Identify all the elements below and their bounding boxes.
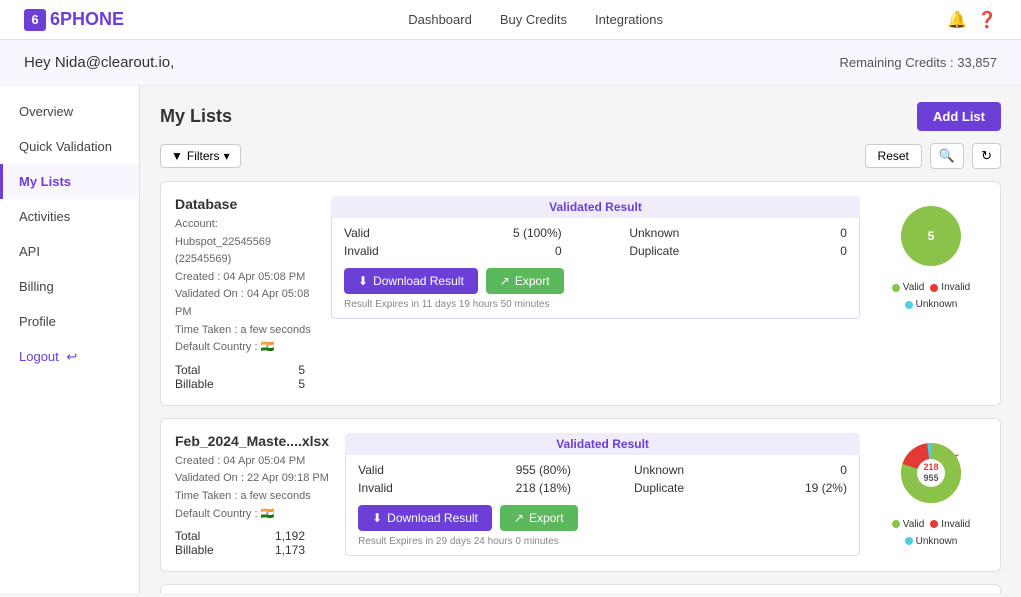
list-card-database: Database Account: Hubspot_22545569 (2254…	[160, 181, 1001, 406]
validated-section-database: Validated Result Valid 5 (100%) Unknown …	[331, 196, 860, 319]
valid-row-0: Valid 5 (100%) Unknown 0	[344, 226, 847, 240]
sidebar-item-quick-validation[interactable]: Quick Validation	[0, 129, 139, 164]
list-card-june2024: June 2024 Mast....xlsx Created : 04 Apr …	[160, 584, 1001, 593]
card-name-feb2024: Feb_2024_Maste....xlsx	[175, 433, 329, 449]
logout-icon: ↩	[66, 349, 77, 364]
export-icon-1: ↗	[514, 511, 524, 525]
nav-buy-credits[interactable]: Buy Credits	[500, 12, 567, 27]
help-icon[interactable]: ❓	[977, 10, 997, 30]
toolbar: ▼ Filters ▾ Reset 🔍 ↻	[160, 143, 1001, 169]
export-button-1[interactable]: ↗ Export	[500, 505, 578, 531]
refresh-button[interactable]: ↻	[972, 143, 1001, 169]
main-layout: Overview Quick Validation My Lists Activ…	[0, 86, 1021, 593]
bell-icon[interactable]: 🔔	[947, 10, 967, 30]
filter-icon: ▼	[171, 149, 183, 163]
chart-area-database: 5 Valid Invalid Unknown	[876, 196, 986, 310]
flag-1: 🇮🇳	[261, 508, 275, 520]
nav-dashboard[interactable]: Dashboard	[408, 12, 472, 27]
remaining-credits: Remaining Credits : 33,857	[839, 55, 997, 70]
reset-button[interactable]: Reset	[865, 144, 922, 168]
pie-legend-1: Valid Invalid Unknown	[876, 519, 986, 547]
card-totals-database: Total5 Billable5	[175, 363, 315, 391]
card-meta-feb2024: Created : 04 Apr 05:04 PM Validated On :…	[175, 453, 329, 523]
download-icon-0: ⬇	[358, 274, 368, 288]
sidebar-item-my-lists[interactable]: My Lists	[0, 164, 139, 199]
logo-icon: 6	[24, 9, 46, 31]
invalid-row-1: Invalid 218 (18%) Duplicate 19 (2%)	[358, 481, 847, 495]
filter-button[interactable]: ▼ Filters ▾	[160, 144, 241, 168]
card-meta-database: Account: Hubspot_22545569 (22545569) Cre…	[175, 216, 315, 357]
action-btns-0: ⬇ Download Result ↗ Export	[344, 268, 847, 294]
pie-chart-1: 218 955	[891, 433, 971, 513]
logo: 6 6PHONE	[24, 9, 124, 31]
validated-section-feb2024: Validated Result Valid 955 (80%) Unknown…	[345, 433, 860, 556]
card-name-database: Database	[175, 196, 315, 212]
sidebar-item-billing[interactable]: Billing	[0, 269, 139, 304]
list-card-feb2024: Feb_2024_Maste....xlsx Created : 04 Apr …	[160, 418, 1001, 572]
page-title: My Lists	[160, 106, 232, 127]
sidebar-item-overview[interactable]: Overview	[0, 94, 139, 129]
valid-row-1: Valid 955 (80%) Unknown 0	[358, 463, 847, 477]
greeting-text: Hey Nida@clearout.io,	[24, 54, 174, 71]
sidebar-item-logout[interactable]: Logout ↩	[0, 339, 139, 375]
nav-integrations[interactable]: Integrations	[595, 12, 663, 27]
validated-title-0: Validated Result	[331, 196, 860, 218]
export-button-0[interactable]: ↗ Export	[486, 268, 564, 294]
sidebar: Overview Quick Validation My Lists Activ…	[0, 86, 140, 593]
expires-text-1: Result Expires in 29 days 24 hours 0 min…	[358, 536, 847, 547]
chart-area-feb2024: 218 955 Valid Invalid Unknown	[876, 433, 986, 547]
header-nav: Dashboard Buy Credits Integrations	[408, 12, 663, 27]
validated-body-1: Valid 955 (80%) Unknown 0 Invalid 218 (1…	[345, 455, 860, 556]
greeting-bar: Hey Nida@clearout.io, Remaining Credits …	[0, 40, 1021, 86]
header: 6 6PHONE Dashboard Buy Credits Integrati…	[0, 0, 1021, 40]
validated-title-1: Validated Result	[345, 433, 860, 455]
add-list-button[interactable]: Add List	[917, 102, 1001, 131]
svg-text:955: 955	[923, 473, 938, 483]
content-header: My Lists Add List	[160, 102, 1001, 131]
logo-text: 6PHONE	[50, 9, 124, 30]
svg-text:218: 218	[923, 462, 938, 472]
sidebar-item-activities[interactable]: Activities	[0, 199, 139, 234]
sidebar-item-profile[interactable]: Profile	[0, 304, 139, 339]
svg-text:5: 5	[928, 229, 935, 243]
card-totals-feb2024: Total1,192 Billable1,173	[175, 529, 329, 557]
card-info-database: Database Account: Hubspot_22545569 (2254…	[175, 196, 315, 391]
pie-legend-0: Valid Invalid Unknown	[876, 282, 986, 310]
download-icon-1: ⬇	[372, 511, 382, 525]
validated-body-0: Valid 5 (100%) Unknown 0 Invalid 0 Dupli…	[331, 218, 860, 319]
export-icon-0: ↗	[500, 274, 510, 288]
download-button-0[interactable]: ⬇ Download Result	[344, 268, 478, 294]
header-icons: 🔔 ❓	[947, 10, 997, 30]
action-btns-1: ⬇ Download Result ↗ Export	[358, 505, 847, 531]
download-button-1[interactable]: ⬇ Download Result	[358, 505, 492, 531]
pie-chart-0: 5	[891, 196, 971, 276]
card-info-feb2024: Feb_2024_Maste....xlsx Created : 04 Apr …	[175, 433, 329, 557]
search-button[interactable]: 🔍	[930, 143, 964, 169]
sidebar-item-api[interactable]: API	[0, 234, 139, 269]
flag-0: 🇮🇳	[261, 341, 275, 353]
filter-chevron: ▾	[224, 149, 230, 163]
filter-label: Filters	[187, 149, 220, 163]
expires-text-0: Result Expires in 11 days 19 hours 50 mi…	[344, 299, 847, 310]
invalid-row-0: Invalid 0 Duplicate 0	[344, 244, 847, 258]
content: My Lists Add List ▼ Filters ▾ Reset 🔍 ↻ …	[140, 86, 1021, 593]
